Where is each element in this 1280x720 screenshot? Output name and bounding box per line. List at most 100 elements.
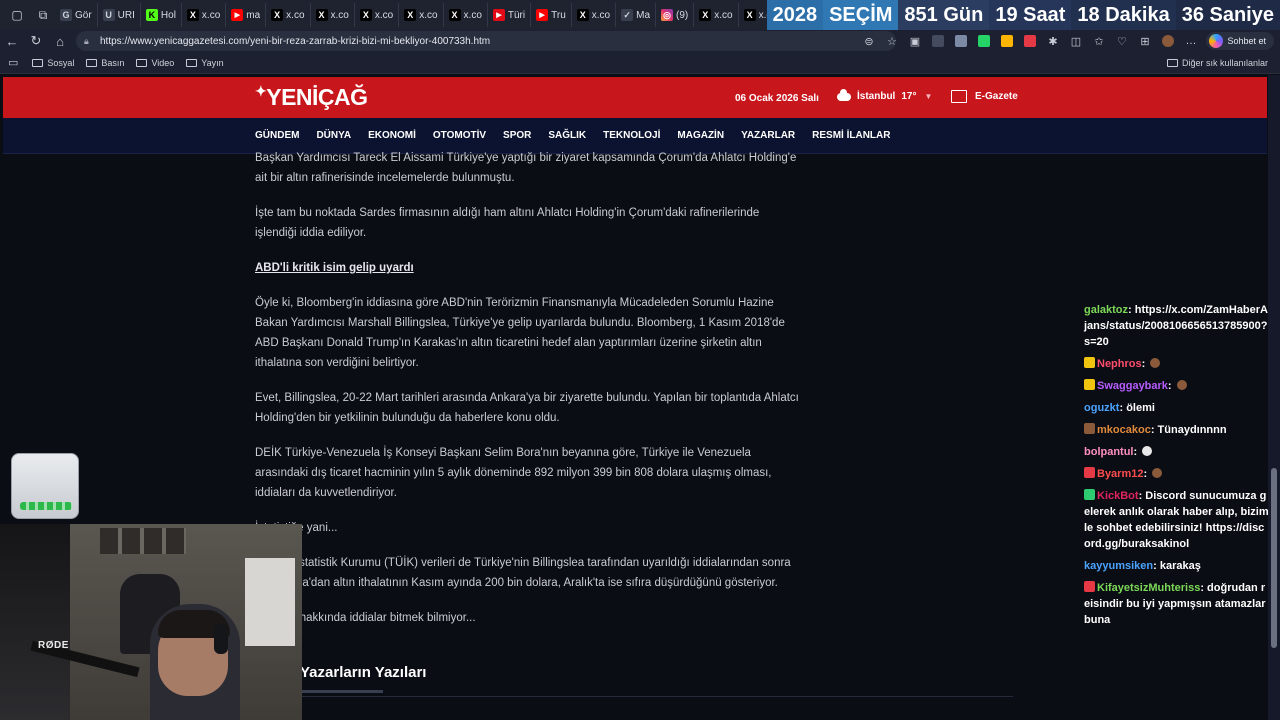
favorite-star-icon[interactable]: ☆ (880, 30, 903, 52)
extensions-puzzle-icon[interactable]: ✱ (1041, 30, 1064, 52)
profile-icon[interactable]: ▢ (4, 3, 30, 27)
weather-temp: 17° (901, 91, 917, 102)
tab-actions-icon[interactable]: ⧉ (30, 3, 56, 27)
nav-category-link[interactable]: GÜNDEM (255, 130, 299, 141)
chat-emote-icon (1176, 380, 1187, 390)
nav-category-link[interactable]: RESMİ İLANLAR (812, 130, 890, 141)
browser-window: ▢ ⧉ G Gör U URI K Hol Xx.co ▶ ma Xx.co Xx.co Xx.co X… (0, 0, 1280, 720)
chat-message: kayyumsiken: karakaş (1084, 558, 1270, 574)
chat-message: KifayetsizMuhteriss: doğrudan reisindir … (1084, 580, 1270, 628)
tab-favicon-icon: X (271, 9, 284, 21)
nav-category-link[interactable]: EKONOMİ (368, 130, 416, 141)
chat-message: KickBot: Discord sunucumuza gelerek anlı… (1084, 488, 1270, 552)
other-bookmarks[interactable]: Diğer sık kullanılanlar (1166, 52, 1268, 74)
extension-icon[interactable] (995, 30, 1018, 52)
nav-category-link[interactable]: SPOR (503, 130, 531, 141)
browser-tab[interactable]: Xx.co (312, 3, 355, 27)
tab-title: (9) (676, 9, 689, 21)
bookmark-folder[interactable]: Yayın (186, 58, 224, 68)
section-underline (300, 690, 383, 693)
browser-tab[interactable]: ▶ Tru (532, 3, 572, 27)
weather-widget[interactable]: İstanbul 17° ▼ (837, 88, 933, 102)
browser-tab[interactable]: Xx.co (356, 3, 400, 27)
avatar[interactable] (1156, 30, 1179, 52)
tab-favicon-icon: ▶ (536, 9, 549, 21)
chat-separator: : (1133, 446, 1141, 458)
home-icon[interactable]: ⌂ (48, 30, 72, 52)
browser-tab[interactable]: Xx.co (400, 3, 444, 27)
cloud-icon (837, 88, 851, 101)
nav-category-link[interactable]: DÜNYA (316, 130, 351, 141)
chevron-down-icon: ▼ (924, 92, 933, 101)
more-menu-icon[interactable]: … (1179, 30, 1202, 52)
logo-text: YENİÇAĞ (266, 84, 368, 110)
split-screen-icon[interactable]: ▣ (903, 30, 926, 52)
site-header: ✦YENİÇAĞ 06 Ocak 2026 Salı İstanbul 17° … (3, 77, 1267, 118)
microphone-foreground (0, 524, 70, 720)
browser-tab[interactable]: Xx.co (695, 3, 739, 27)
bookmark-folder[interactable]: Basın (86, 58, 124, 68)
browser-tab[interactable]: U URI (99, 3, 141, 27)
back-icon[interactable]: ← (0, 30, 24, 52)
wall-frames (100, 528, 186, 554)
browser-tab[interactable]: ◎ (9) (657, 3, 695, 27)
browser-tab[interactable]: ▶ Türi (489, 3, 532, 27)
nav-category-link[interactable]: TEKNOLOJİ (603, 130, 660, 141)
countdown-hours: 19 Saat (989, 0, 1072, 30)
site-logo[interactable]: ✦YENİÇAĞ (255, 83, 368, 111)
extension-icon[interactable] (926, 30, 949, 52)
browser-tab[interactable]: Xx.co (445, 3, 488, 27)
translate-icon[interactable]: ⊜ (857, 30, 880, 52)
url-text[interactable]: https://www.yenicaggazetesi.com/yeni-bir… (100, 36, 490, 47)
favorites-icon[interactable]: ✩ (1087, 30, 1110, 52)
nav-category-link[interactable]: YAZARLAR (741, 130, 795, 141)
extension-icon[interactable] (972, 30, 995, 52)
chat-emote-icon (1150, 358, 1161, 368)
tab-favicon-icon: X (359, 9, 372, 21)
egazete-link[interactable]: E-Gazete (951, 90, 1018, 103)
article-body: Başkan Yardımcısı Tareck El Aissami Türk… (255, 152, 800, 643)
bookmark-folder[interactable]: Video (136, 58, 174, 68)
chat-username: oguzkt (1084, 402, 1120, 414)
other-bookmarks-label: Diğer sık kullanılanlar (1181, 58, 1268, 68)
collections-icon[interactable]: ⊞ (1133, 30, 1156, 52)
site-info-icon[interactable]: 🔒︎ (84, 36, 94, 46)
nav-category-link[interactable]: OTOMOTİV (433, 130, 486, 141)
tab-favicon-icon: ▶ (231, 9, 244, 21)
chat-badge-icon (1084, 379, 1095, 390)
extension-icon[interactable] (949, 30, 972, 52)
bookmark-folder[interactable]: Sosyal (32, 58, 74, 68)
browser-tab[interactable]: ▶ ma (227, 3, 267, 27)
chat-badge-icon (1084, 581, 1095, 592)
countdown-days: 851 Gün (898, 0, 990, 30)
browser-tab[interactable]: Xx.co (573, 3, 617, 27)
reading-list-icon[interactable]: ▭ (8, 56, 18, 69)
tab-list: ▢ ⧉ G Gör U URI K Hol Xx.co ▶ ma Xx.co Xx.co Xx.co X… (0, 0, 873, 30)
tab-title: x.co (463, 9, 482, 21)
tab-favicon-icon: X (576, 9, 589, 21)
stream-chat-overlay: galaktoz: https://x.com/ZamHaberAjans/st… (1084, 302, 1270, 634)
overlay-widget (11, 453, 79, 519)
reload-icon[interactable]: ↻ (24, 30, 48, 52)
copilot-button[interactable]: Sohbet et (1206, 32, 1274, 50)
browser-tab[interactable]: G Gör (56, 3, 98, 27)
browser-tab[interactable]: Xx.co (183, 3, 227, 27)
whiteboard (245, 558, 295, 646)
browser-tab[interactable]: K Hol (142, 3, 182, 27)
chat-separator: : (1150, 424, 1158, 436)
browser-essentials-icon[interactable]: ♡ (1110, 30, 1133, 52)
tab-title: Hol (160, 9, 176, 21)
extension-icon[interactable] (1018, 30, 1041, 52)
nav-category-link[interactable]: MAGAZİN (677, 130, 724, 141)
tab-favicon-icon: ✓ (621, 9, 634, 21)
browser-tab[interactable]: ✓ Ma (617, 3, 657, 27)
chat-text: karakaş (1159, 560, 1201, 572)
nav-category-link[interactable]: SAĞLIK (548, 130, 586, 141)
split-icon[interactable]: ◫ (1064, 30, 1087, 52)
tab-title: Türi (507, 9, 526, 21)
folder-icon (1166, 59, 1178, 67)
scrollbar-thumb[interactable] (1271, 468, 1277, 648)
browser-tab[interactable]: Xx.co (267, 3, 311, 27)
address-bar[interactable]: 🔒︎ https://www.yenicaggazetesi.com/yeni-… (76, 31, 896, 51)
tab-strip: ▢ ⧉ G Gör U URI K Hol Xx.co ▶ ma Xx.co Xx.co Xx.co X… (0, 0, 1280, 30)
